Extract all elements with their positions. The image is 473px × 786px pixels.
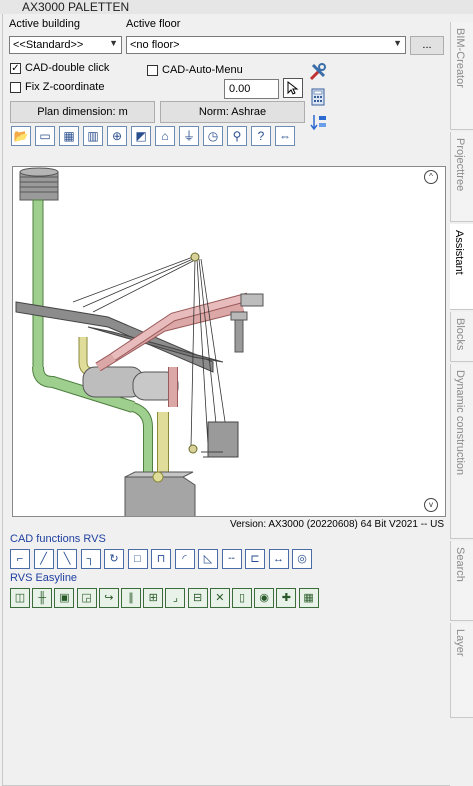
color-wheel-icon[interactable]: ◉ bbox=[254, 588, 275, 608]
delete-icon[interactable]: ✕ bbox=[209, 588, 230, 608]
tab-bim-creator[interactable]: BIM-Creator bbox=[450, 22, 473, 130]
side-tabs: BIM-Creator Projecttree Assistant Blocks Dyn… bbox=[450, 14, 473, 786]
tab-label: Blocks bbox=[454, 318, 466, 351]
cylinder-icon[interactable]: ▯ bbox=[232, 588, 252, 608]
calculator-icon[interactable] bbox=[310, 87, 330, 107]
house-icon[interactable]: ⌂ bbox=[155, 126, 175, 146]
cad-auto-menu-label: CAD-Auto-Menu bbox=[162, 64, 243, 76]
building-select[interactable]: <<Standard>> ▼ bbox=[9, 36, 122, 54]
pipe-rack-icon[interactable]: ╫ bbox=[32, 588, 53, 608]
dash-icon[interactable]: ╌ bbox=[221, 549, 242, 569]
align-icon[interactable]: ⊞ bbox=[143, 588, 164, 608]
window-title: AX3000 PALETTEN bbox=[22, 0, 130, 14]
tab-label: Projecttree bbox=[454, 138, 466, 192]
tab-label: Dynamic construction bbox=[454, 370, 466, 476]
parallel-icon[interactable]: ∥ bbox=[121, 588, 141, 608]
clock-icon[interactable]: ◷ bbox=[203, 126, 223, 146]
stair-icon[interactable]: ⌐ bbox=[10, 549, 30, 569]
funnel-icon[interactable]: ⏚ bbox=[179, 126, 199, 146]
diag-box-icon[interactable]: ◲ bbox=[76, 588, 97, 608]
duct-fitting-icon[interactable]: ▦ bbox=[59, 126, 79, 146]
scroll-down-button[interactable]: v bbox=[424, 498, 438, 512]
piping-3d-image bbox=[15, 167, 264, 516]
globe-icon[interactable]: ◎ bbox=[292, 549, 312, 569]
tab-blocks[interactable]: Blocks bbox=[450, 312, 473, 362]
rotate-icon[interactable]: ↻ bbox=[104, 549, 124, 569]
cad-auto-menu-checkbox[interactable] bbox=[147, 65, 158, 76]
fitting-icon[interactable]: ◫ bbox=[10, 588, 30, 608]
diagonal-icon[interactable]: ╲ bbox=[57, 549, 77, 569]
valve-icon[interactable]: ⊕ bbox=[107, 126, 127, 146]
tab-dynamic-construction[interactable]: Dynamic construction bbox=[450, 364, 473, 539]
offset-icon[interactable]: ⊏ bbox=[245, 549, 265, 569]
active-building-label: Active building bbox=[9, 18, 80, 30]
norm-button[interactable]: Norm: Ashrae bbox=[160, 101, 305, 123]
tab-search[interactable]: Search bbox=[450, 541, 473, 621]
help-icon[interactable]: ? bbox=[251, 126, 271, 146]
assistant-3d-preview: ^ v bbox=[12, 166, 446, 517]
line-icon[interactable]: ╱ bbox=[33, 549, 54, 569]
tab-projecttree[interactable]: Projecttree bbox=[450, 132, 473, 222]
tab-label: BIM-Creator bbox=[454, 28, 466, 88]
connect-icon[interactable]: ⊓ bbox=[151, 549, 171, 569]
floor-select[interactable]: <no floor> ▼ bbox=[126, 36, 406, 54]
cad-double-click-label: CAD-double click bbox=[25, 62, 110, 74]
switch-icon[interactable]: ⇔ bbox=[275, 126, 295, 146]
title-bar: AX3000 PALETTEN bbox=[0, 0, 473, 14]
tab-assistant[interactable]: Assistant bbox=[450, 224, 473, 310]
z-coordinate-input[interactable]: 0.00 bbox=[224, 79, 279, 99]
zoom-icon[interactable]: ⚲ bbox=[227, 126, 247, 146]
cross-icon[interactable]: ✚ bbox=[276, 588, 297, 608]
chevron-down-icon: ▼ bbox=[393, 38, 402, 48]
easyline-title: RVS Easyline bbox=[10, 572, 78, 584]
dimension-icon[interactable]: ↔ bbox=[268, 549, 289, 569]
rectangle-icon[interactable]: □ bbox=[127, 549, 148, 569]
tab-label: Layer bbox=[454, 629, 466, 657]
measure-icon[interactable]: ◺ bbox=[198, 549, 218, 569]
fix-z-checkbox[interactable] bbox=[10, 82, 21, 93]
floor-select-value: <no floor> bbox=[130, 39, 180, 51]
square-valve-icon[interactable]: ▣ bbox=[54, 588, 75, 608]
plan-dimension-button[interactable]: Plan dimension: m bbox=[10, 101, 155, 123]
branch-icon[interactable]: ┐ bbox=[80, 549, 101, 569]
connector-icon[interactable]: ⊟ bbox=[187, 588, 208, 608]
cad-functions-title: CAD functions RVS bbox=[10, 533, 106, 545]
radiator-icon[interactable]: ▥ bbox=[83, 126, 103, 146]
settings-tools-icon[interactable] bbox=[308, 62, 328, 82]
sort-icon[interactable] bbox=[309, 112, 329, 132]
tab-label: Search bbox=[454, 547, 466, 582]
tab-label: Assistant bbox=[453, 230, 465, 275]
floor-more-button[interactable]: ... bbox=[410, 36, 444, 55]
pick-point-icon[interactable] bbox=[283, 78, 303, 98]
duct-icon[interactable]: ▭ bbox=[35, 126, 55, 146]
elbow-icon[interactable]: ⌟ bbox=[165, 588, 186, 608]
tab-layer[interactable]: Layer bbox=[450, 623, 473, 718]
scroll-up-button[interactable]: ^ bbox=[424, 170, 438, 184]
bend-icon[interactable]: ↪ bbox=[98, 588, 119, 608]
open-folder-icon[interactable]: 📂 bbox=[11, 126, 31, 146]
graph-icon[interactable]: ◩ bbox=[131, 126, 151, 146]
arc-icon[interactable]: ◜ bbox=[174, 549, 195, 569]
grid-icon[interactable]: ▦ bbox=[298, 588, 319, 608]
active-floor-label: Active floor bbox=[126, 18, 181, 30]
palette-panel: Active building Active floor <<Standard>… bbox=[2, 14, 451, 786]
fix-z-label: Fix Z-coordinate bbox=[25, 81, 105, 93]
building-select-value: <<Standard>> bbox=[13, 39, 84, 51]
vent-cap bbox=[19, 167, 59, 201]
version-text: Version: AX3000 (20220608) 64 Bit V2021 … bbox=[230, 519, 445, 530]
chevron-down-icon: ▼ bbox=[109, 38, 118, 48]
cad-double-click-checkbox[interactable]: ✓ bbox=[10, 63, 21, 74]
heat-exchanger bbox=[82, 366, 179, 401]
